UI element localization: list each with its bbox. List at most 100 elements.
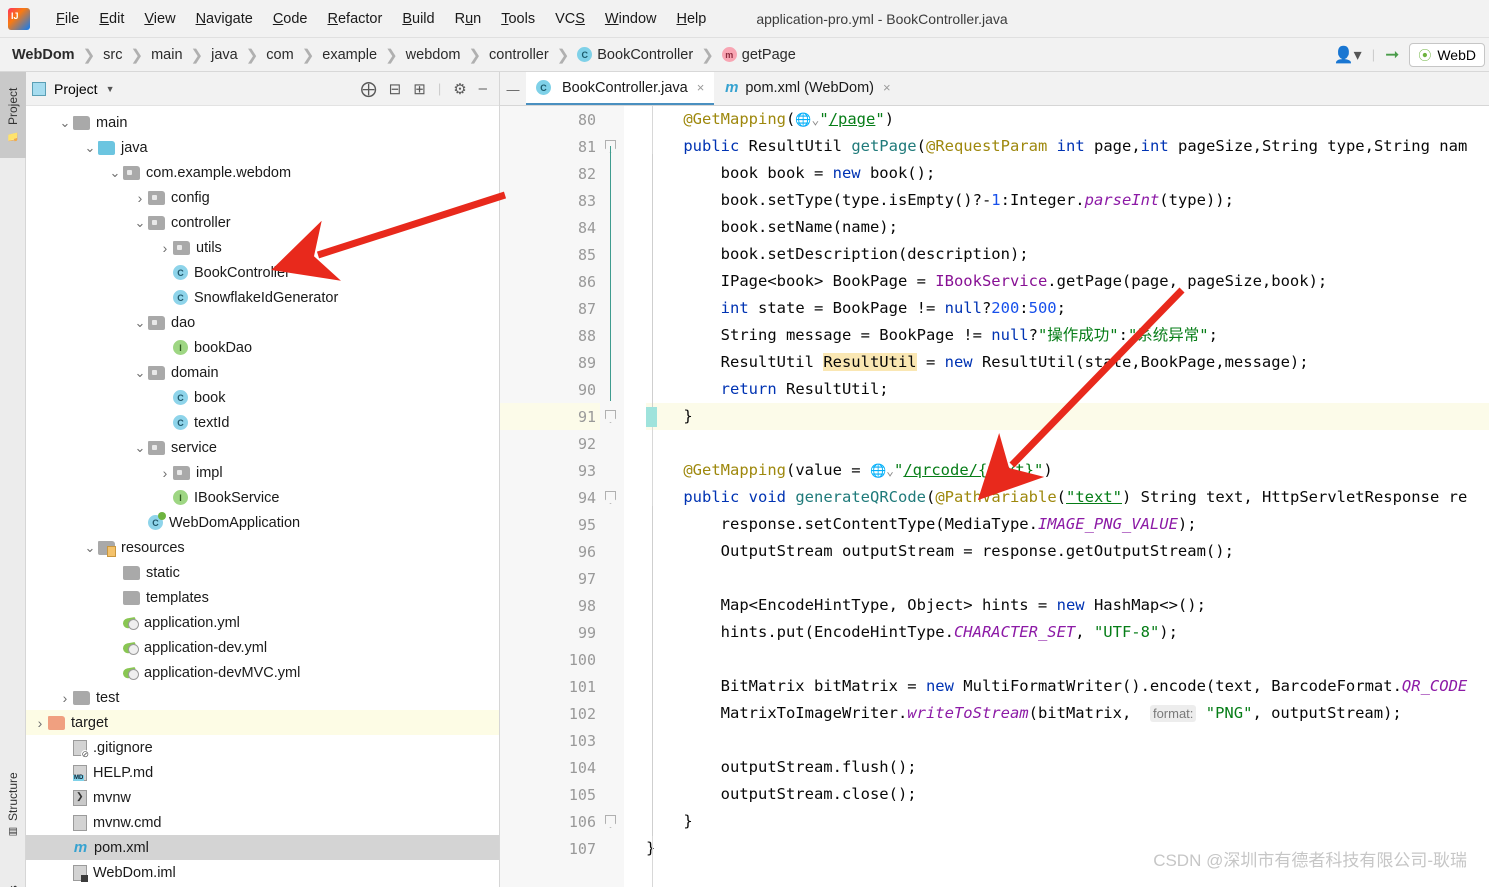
tree-item-test[interactable]: › test (26, 685, 499, 710)
menu-code[interactable]: Code (263, 8, 318, 30)
line-number-106[interactable]: 106 (500, 808, 600, 835)
code-line-105[interactable]: outputStream.close(); (646, 781, 1489, 808)
tree-item-pom-xml[interactable]: m pom.xml (26, 835, 499, 860)
tree-item-static[interactable]: static (26, 560, 499, 585)
gear-icon[interactable]: ⚙ (453, 80, 466, 98)
tree-item-mvnw-cmd[interactable]: mvnw.cmd (26, 810, 499, 835)
line-number-103[interactable]: 103 (500, 727, 600, 754)
menu-help[interactable]: Help (666, 8, 716, 30)
code-line-96[interactable]: OutputStream outputStream = response.get… (646, 538, 1489, 565)
code-line-100[interactable] (646, 646, 1489, 673)
chevron-right-icon[interactable]: › (132, 190, 148, 206)
fold-marker[interactable] (605, 410, 616, 423)
tree-item-target[interactable]: › target (26, 710, 499, 735)
line-number-102[interactable]: 102 (500, 700, 600, 727)
chevron-down-icon[interactable]: ⌄ (82, 540, 98, 556)
line-number-105[interactable]: 105 (500, 781, 600, 808)
tree-item--gitignore[interactable]: .gitignore (26, 735, 499, 760)
menu-window[interactable]: Window (595, 8, 667, 30)
breadcrumb-webdom[interactable]: WebDom (10, 47, 77, 63)
code-line-88[interactable]: String message = BookPage != null?"操作成功"… (646, 322, 1489, 349)
chevron-right-icon[interactable]: › (57, 690, 73, 706)
chevron-down-icon[interactable]: ⌄ (57, 115, 73, 131)
tree-item-snowflakeidgenerator[interactable]: C SnowflakeIdGenerator (26, 285, 499, 310)
breadcrumb-getpage[interactable]: m getPage (720, 47, 798, 63)
code-folding-column[interactable] (600, 106, 624, 887)
close-icon[interactable]: × (697, 80, 705, 95)
code-line-90[interactable]: return ResultUtil; (646, 376, 1489, 403)
line-number-90[interactable]: 90 (500, 376, 600, 403)
line-number-95[interactable]: 95 (500, 511, 600, 538)
tree-item-impl[interactable]: › impl (26, 460, 499, 485)
code-line-82[interactable]: book book = new book(); (646, 160, 1489, 187)
code-content[interactable]: @GetMapping(🌐⌄"/page") public ResultUtil… (624, 106, 1489, 887)
line-number-99[interactable]: 99 (500, 619, 600, 646)
chevron-down-icon[interactable]: ⌄ (132, 365, 148, 381)
chevron-right-icon[interactable]: › (32, 715, 48, 731)
menu-run[interactable]: Run (445, 8, 492, 30)
tree-item-bookdao[interactable]: IbookDao (26, 335, 499, 360)
line-number-gutter[interactable]: 80 81@ 82 83 84 85 86 87 88 89 90 91 92 93 94@ 95 96 97 98… (500, 106, 644, 887)
menu-build[interactable]: Build (392, 8, 444, 30)
code-line-95[interactable]: response.setContentType(MediaType.IMAGE_… (646, 511, 1489, 538)
menu-edit[interactable]: Edit (89, 8, 134, 30)
line-number-100[interactable]: 100 (500, 646, 600, 673)
run-configuration-selector[interactable]: ⦿ WebD (1409, 42, 1485, 67)
line-number-93[interactable]: 93 (500, 457, 600, 484)
code-line-93[interactable]: @GetMapping(value = 🌐⌄"/qrcode/{text}") (646, 457, 1489, 484)
line-number-101[interactable]: 101 (500, 673, 600, 700)
menu-refactor[interactable]: Refactor (318, 8, 393, 30)
code-line-98[interactable]: Map<EncodeHintType, Object> hints = new … (646, 592, 1489, 619)
code-line-102[interactable]: MatrixToImageWriter.writeToStream(bitMat… (646, 700, 1489, 727)
line-number-89[interactable]: 89 (500, 349, 600, 376)
hammer-build-icon[interactable]: ➞ (1385, 45, 1399, 65)
line-number-87[interactable]: 87 (500, 295, 600, 322)
tree-item-ibookservice[interactable]: I IBookService (26, 485, 499, 510)
line-number-92[interactable]: 92 (500, 430, 600, 457)
tree-item-dao[interactable]: ⌄ dao (26, 310, 499, 335)
breadcrumb-webdom-pkg[interactable]: webdom (404, 47, 463, 63)
chevron-down-icon[interactable]: ⌄ (132, 315, 148, 331)
line-number-84[interactable]: 84 (500, 214, 600, 241)
code-line-85[interactable]: book.setDescription(description); (646, 241, 1489, 268)
collapse-all-icon[interactable]: ⊞ (413, 80, 426, 98)
menu-tools[interactable]: Tools (491, 8, 545, 30)
line-number-97[interactable]: 97 (500, 565, 600, 592)
line-number-107[interactable]: 107 (500, 835, 600, 862)
code-line-87[interactable]: int state = BookPage != null?200:500; (646, 295, 1489, 322)
breadcrumb-com[interactable]: com (264, 47, 295, 63)
code-line-94[interactable]: public void generateQRCode(@PathVariable… (646, 484, 1489, 511)
breadcrumb-java[interactable]: java (209, 47, 240, 63)
code-line-91[interactable]: } (646, 403, 1489, 430)
breadcrumb-bookcontroller[interactable]: C BookController (575, 47, 695, 63)
line-number-96[interactable]: 96 (500, 538, 600, 565)
chevron-right-icon[interactable]: › (157, 465, 173, 481)
tree-item-mvnw[interactable]: mvnw (26, 785, 499, 810)
menu-file[interactable]: File (46, 8, 89, 30)
code-line-84[interactable]: book.setName(name); (646, 214, 1489, 241)
code-line-89[interactable]: ResultUtil ResultUtil = new ResultUtil(s… (646, 349, 1489, 376)
code-line-101[interactable]: BitMatrix bitMatrix = new MultiFormatWri… (646, 673, 1489, 700)
menu-view[interactable]: View (134, 8, 185, 30)
chevron-right-icon[interactable]: › (157, 240, 173, 256)
locate-icon[interactable]: ⨁ (361, 79, 377, 99)
tree-item-webdomapplication[interactable]: C WebDomApplication (26, 510, 499, 535)
user-account-icon[interactable]: 👤▾ (1334, 45, 1362, 65)
code-line-80[interactable]: @GetMapping(🌐⌄"/page") (646, 106, 1489, 133)
tab-bookcontroller-java[interactable]: C BookController.java × (526, 72, 715, 105)
code-line-83[interactable]: book.setType(type.isEmpty()?-1:Integer.p… (646, 187, 1489, 214)
line-number-88[interactable]: 88 (500, 322, 600, 349)
breadcrumb-src[interactable]: src (101, 47, 124, 63)
tree-item-controller[interactable]: ⌄ controller (26, 210, 499, 235)
hide-tool-window-icon[interactable]: — (500, 82, 526, 105)
tree-item-help-md[interactable]: HELP.md (26, 760, 499, 785)
line-number-86[interactable]: 86 (500, 268, 600, 295)
tool-tab-structure[interactable]: ▤ Structure (0, 762, 26, 848)
code-line-97[interactable] (646, 565, 1489, 592)
chevron-down-icon[interactable]: ▼ (106, 84, 115, 94)
menu-vcs[interactable]: VCS (545, 8, 595, 30)
line-number-91[interactable]: 91 (500, 403, 600, 430)
tree-item-bookcontroller[interactable]: C BookController (26, 260, 499, 285)
tree-item-resources[interactable]: ⌄ resources (26, 535, 499, 560)
breadcrumb-controller[interactable]: controller (487, 47, 551, 63)
